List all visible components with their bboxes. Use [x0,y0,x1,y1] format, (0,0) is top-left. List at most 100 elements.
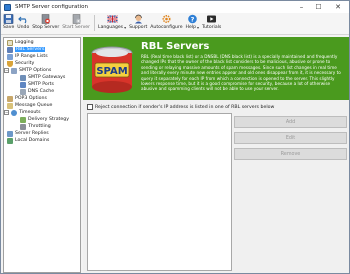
clock-icon [11,109,17,116]
save-button[interactable]: Save [3,13,14,30]
tree-item-label: Throttling [28,124,51,129]
window-controls: – ☐ ✕ [293,1,349,13]
stop-server-label: Stop Server [32,25,60,30]
smtp-options-icon [11,67,17,74]
tree-item-server-replies[interactable]: Server Replies [7,130,49,137]
tree-item-smtp-ports[interactable]: SMTP Ports [20,81,54,88]
autoconfigure-icon [162,14,171,24]
tree-item-rbl-servers[interactable]: RBL Servers [7,46,46,53]
chevron-down-icon: ▾ [197,24,200,30]
undo-button[interactable]: Undo [17,13,29,30]
tree-item-message-queue[interactable]: Message Queue [7,102,52,109]
tree-item-label: SMTP Ports [28,82,54,87]
title-bar: SMTP Server configuration – ☐ ✕ [1,1,349,13]
stop-server-button[interactable]: Stop Server [32,13,59,30]
tree-item-label: IP Range Lists [15,54,48,59]
tree-item-label: POP3 Options [15,96,47,101]
flag-icon [106,14,118,24]
stop-server-icon [42,14,51,24]
message-queue-icon [7,102,13,109]
tree-item-smtp-options[interactable]: − SMTP Options [4,67,51,74]
toolbar: Save Undo Stop Server Start Server Langu… [1,13,349,35]
tree-item-label: RBL Servers [15,47,46,52]
svg-text:?: ? [190,15,194,23]
navigation-tree: Logging RBL Servers IP Range Lists Secur… [3,37,81,273]
minimize-button[interactable]: – [293,1,310,13]
tree-item-pop3-options[interactable]: POP3 Options [7,95,47,102]
reject-connection-option[interactable]: Reject connection if sender's IP address… [87,104,274,110]
start-server-label: Start Server [62,25,91,30]
maximize-button[interactable]: ☐ [310,1,327,13]
tree-item-timeouts[interactable]: − Timeouts [4,109,41,116]
info-banner: SPAM RBL Servers RBL (Real time black li… [83,37,349,100]
tutorials-icon [207,15,217,23]
tree-item-label: SMTP Options [19,68,52,73]
support-label: Support [129,25,148,30]
throttling-icon [20,123,26,130]
tree-item-logging[interactable]: Logging [7,39,34,46]
app-window: SMTP Server configuration – ☐ ✕ Save Und… [0,0,350,274]
help-label: Help [185,25,197,30]
rbl-servers-list[interactable] [87,113,232,271]
local-domains-icon [7,137,13,144]
close-button[interactable]: ✕ [327,1,349,13]
ip-range-lists-icon [7,53,13,60]
start-server-icon [72,14,81,24]
save-icon [3,14,14,24]
collapse-icon[interactable]: − [4,110,9,115]
banner-title: RBL Servers [141,41,210,52]
support-icon [134,14,142,24]
reject-connection-label: Reject connection if sender's IP address… [95,104,275,110]
tree-item-smtp-gateways[interactable]: SMTP Gateways [20,74,65,81]
spam-can-icon: SPAM [91,46,133,93]
tree-item-throttling[interactable]: Throttling [20,123,51,130]
chevron-down-icon: ▾ [124,24,127,30]
undo-label: Undo [17,25,30,30]
pop3-options-icon [7,95,13,102]
tree-item-label: Timeouts [19,110,41,115]
smtp-gateways-icon [20,74,26,81]
reject-connection-checkbox[interactable] [87,104,93,110]
tutorials-button[interactable]: Tutorials [202,13,221,30]
shield-icon [7,60,13,67]
rbl-servers-icon [7,46,13,53]
tree-item-label: Logging [15,40,34,45]
languages-label: Languages [98,25,124,30]
tree-item-label: Server Replies [15,131,49,136]
tree-item-dns-cache[interactable]: DNS Cache [20,88,54,95]
delivery-strategy-icon [20,116,26,123]
tree-item-label: SMTP Gateways [28,75,66,80]
tree-item-label: Security [15,61,35,66]
tree-item-local-domains[interactable]: Local Domains [7,137,49,144]
help-button[interactable]: ? Help ▾ [185,13,200,30]
server-replies-icon [7,130,13,137]
add-button[interactable]: Add [234,116,347,128]
tutorials-label: Tutorials [202,25,222,30]
window-title: SMTP Server configuration [15,4,88,10]
app-icon [4,3,11,11]
languages-button[interactable]: Languages ▾ [98,13,126,30]
smtp-ports-icon [20,81,26,88]
remove-button[interactable]: Remove [234,148,347,160]
collapse-icon[interactable]: − [4,68,9,73]
autoconfigure-button[interactable]: Autoconfigure [150,13,183,30]
edit-button[interactable]: Edit [234,132,347,144]
rbl-servers-panel: SPAM RBL Servers RBL (Real time black li… [83,37,349,273]
save-label: Save [3,25,15,30]
spam-label: SPAM [96,66,127,77]
start-server-button[interactable]: Start Server [62,13,90,30]
tree-item-label: Local Domains [15,138,50,143]
tree-item-delivery-strategy[interactable]: Delivery Strategy [20,116,69,123]
tree-item-security[interactable]: Security [7,60,34,67]
tree-item-label: Message Queue [15,103,53,108]
autoconfigure-label: Autoconfigure [150,25,183,30]
support-button[interactable]: Support [129,13,147,30]
tree-item-label: Delivery Strategy [28,117,70,122]
toolbar-separator [94,15,96,31]
tree-item-ip-range-lists[interactable]: IP Range Lists [7,53,48,60]
logging-icon [7,39,13,46]
tree-item-label: DNS Cache [28,89,55,94]
undo-icon [17,16,27,24]
banner-description: RBL (Real time black list) or a DNSBL (D… [141,54,341,92]
help-icon: ? [187,14,197,23]
